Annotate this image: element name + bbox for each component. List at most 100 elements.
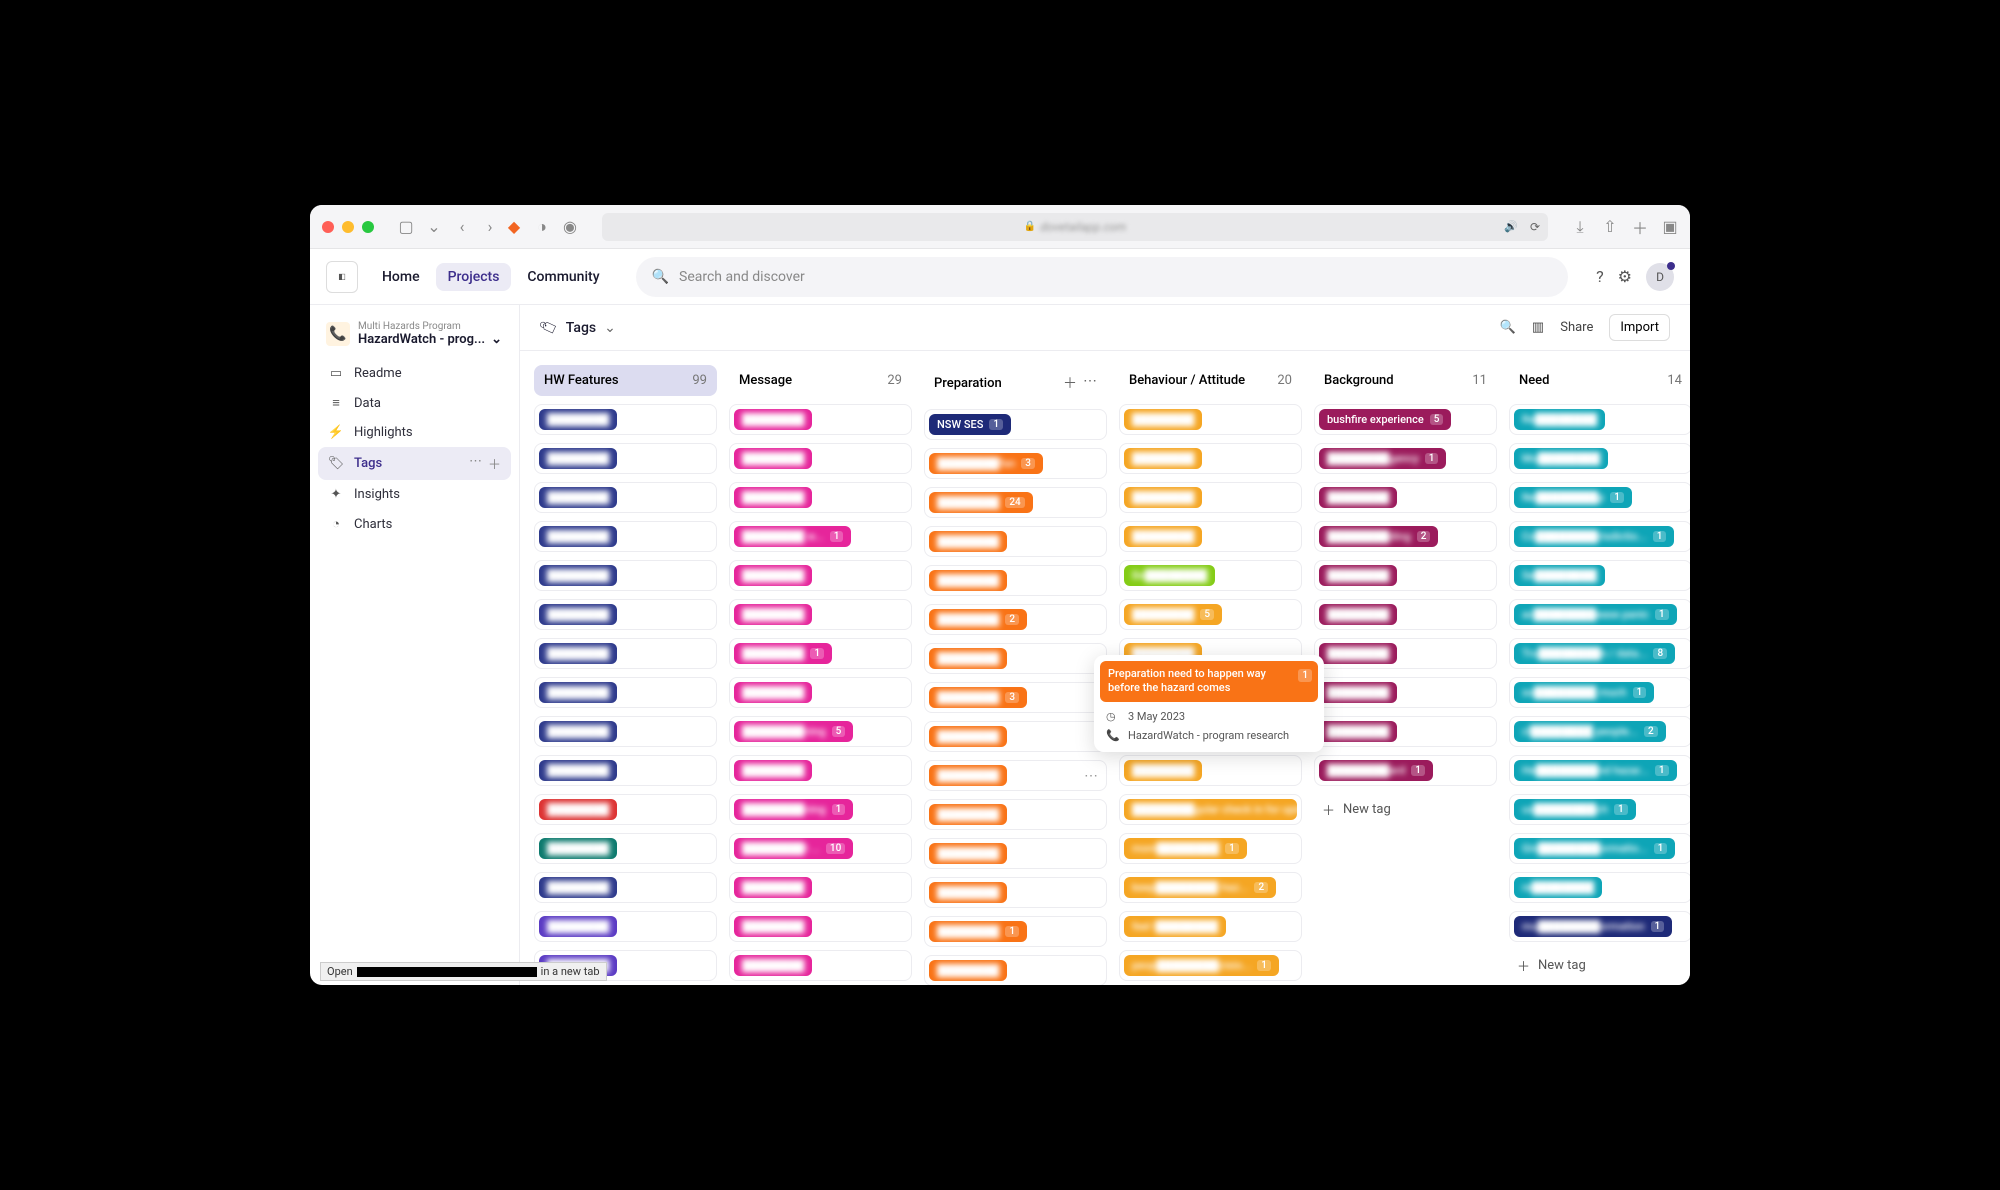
tag-card[interactable]: ████████ bbox=[534, 443, 717, 474]
tag-card[interactable]: Giv████████ormatio...1 bbox=[1509, 833, 1690, 864]
import-button[interactable]: Import bbox=[1609, 314, 1670, 341]
column-menu-icon[interactable]: ⋯ bbox=[1083, 373, 1097, 393]
tag-card[interactable]: Tru████████n / data...8 bbox=[1509, 638, 1690, 669]
tag-card[interactable]: ████████ bbox=[729, 911, 912, 942]
sidebar-item-readme[interactable]: ▭Readme bbox=[318, 359, 511, 388]
privacy-shield-icon[interactable]: ◑ bbox=[534, 219, 550, 235]
tag-card[interactable]: ████████ bbox=[924, 565, 1107, 596]
tag-card[interactable]: ████████ bbox=[534, 404, 717, 435]
tag-card[interactable]: ████████ning5 bbox=[729, 716, 912, 747]
tag-card[interactable]: ████████ bbox=[1119, 482, 1302, 513]
tag-card[interactable]: ████████ bbox=[729, 443, 912, 474]
settings-icon[interactable]: ⚙ bbox=[1618, 267, 1632, 286]
sidebar-toggle-icon[interactable]: ▢ bbox=[398, 219, 414, 235]
tag-card[interactable]: ████████ bbox=[924, 721, 1107, 752]
tag-card[interactable]: ████████ bbox=[729, 599, 912, 630]
tag-card[interactable]: ████████ bbox=[534, 638, 717, 669]
tag-card[interactable]: ████████ning1 bbox=[729, 794, 912, 825]
app-logo[interactable]: ◧ bbox=[326, 261, 358, 293]
tag-card[interactable]: Ne████████p1 bbox=[1509, 482, 1690, 513]
tag-card[interactable]: ████████ w...1 bbox=[729, 521, 912, 552]
user-avatar[interactable]: D bbox=[1646, 263, 1674, 291]
tag-card[interactable]: Co████████risdictio...1 bbox=[1509, 521, 1690, 552]
tag-card[interactable]: Re████████ bbox=[1509, 404, 1690, 435]
nav-community[interactable]: Community bbox=[515, 263, 611, 291]
tag-card[interactable]: so████████ much1 bbox=[1509, 677, 1690, 708]
tag-card[interactable]: ████████24 bbox=[924, 487, 1107, 518]
nav-forward-icon[interactable]: › bbox=[482, 219, 498, 235]
nav-projects[interactable]: Projects bbox=[436, 263, 512, 291]
tag-card[interactable]: ████████ bbox=[729, 560, 912, 591]
add-icon[interactable]: ＋ bbox=[488, 454, 501, 473]
tag-card[interactable]: re████████ bbox=[1509, 872, 1690, 903]
tag-card[interactable]: ████████ bbox=[924, 955, 1107, 985]
tag-card[interactable]: keep████████-haz...2 bbox=[1119, 872, 1302, 903]
audio-playing-icon[interactable]: 🔊 bbox=[1504, 220, 1518, 233]
tag-card[interactable]: ████████ bbox=[1314, 677, 1497, 708]
column-header[interactable]: Background11 bbox=[1314, 365, 1497, 396]
close-window-button[interactable] bbox=[322, 221, 334, 233]
tag-card[interactable]: ████████⋯ bbox=[924, 760, 1107, 791]
tag-card[interactable]: ████████ bbox=[924, 877, 1107, 908]
column-header[interactable]: Preparation＋⋯ bbox=[924, 365, 1107, 401]
tag-board[interactable]: HW Features99 ████████ ████████ ████████ ███… bbox=[520, 351, 1690, 985]
tag-card[interactable]: Mu████████ bbox=[1509, 443, 1690, 474]
tag-card[interactable]: ████████ bbox=[1314, 560, 1497, 591]
sidebar-item-tags[interactable]: 🏷Tags⋯＋ bbox=[318, 447, 511, 480]
tag-card[interactable]: ████████ bbox=[1314, 716, 1497, 747]
more-icon[interactable]: ⋯ bbox=[469, 454, 482, 473]
tag-card[interactable]: ████████ bbox=[1314, 638, 1497, 669]
tag-card[interactable]: moni████████1 bbox=[1119, 833, 1302, 864]
minimize-window-button[interactable] bbox=[342, 221, 354, 233]
tag-card[interactable]: ████████ bbox=[924, 838, 1107, 869]
nav-home[interactable]: Home bbox=[370, 263, 432, 291]
new-tab-icon[interactable]: ＋ bbox=[1632, 219, 1648, 235]
tag-card[interactable]: ████████ bbox=[534, 560, 717, 591]
tag-card[interactable]: ████████ bbox=[1119, 404, 1302, 435]
column-header[interactable]: Behaviour / Attitude20 bbox=[1119, 365, 1302, 396]
tag-card[interactable]: ████████ bbox=[534, 482, 717, 513]
add-tag-icon[interactable]: ＋ bbox=[1063, 373, 1077, 393]
reload-icon[interactable]: ⟳ bbox=[1530, 220, 1540, 234]
nav-back-icon[interactable]: ‹ bbox=[454, 219, 470, 235]
tag-card[interactable]: mu████████ormation1 bbox=[1509, 911, 1690, 942]
board-layout-icon[interactable]: ▥ bbox=[1532, 320, 1544, 335]
chevron-down-icon[interactable]: ⌄ bbox=[426, 219, 442, 235]
tag-card[interactable]: ████████2 bbox=[924, 604, 1107, 635]
tag-card[interactable]: ████████ bbox=[534, 911, 717, 942]
tag-card[interactable]: ████████ bbox=[729, 404, 912, 435]
tag-card[interactable]: ████████1 bbox=[729, 638, 912, 669]
tag-card[interactable]: ████████1 bbox=[924, 916, 1107, 947]
tag-card[interactable]: ████████ard1 bbox=[1314, 755, 1497, 786]
global-search[interactable]: 🔍 Search and discover bbox=[636, 257, 1569, 297]
tag-card[interactable]: ████████ bbox=[729, 482, 912, 513]
column-header[interactable]: HW Features99 bbox=[534, 365, 717, 396]
tag-card[interactable]: ████████ bbox=[534, 716, 717, 747]
maximize-window-button[interactable] bbox=[362, 221, 374, 233]
help-icon[interactable]: ? bbox=[1596, 267, 1604, 286]
tag-card[interactable]: ████████ bbox=[534, 755, 717, 786]
tag-card[interactable]: ████████3 bbox=[924, 682, 1107, 713]
new-tag-button[interactable]: ＋New tag bbox=[1509, 950, 1690, 981]
tag-card[interactable]: Se████████ bbox=[1509, 560, 1690, 591]
tag-card[interactable]: ████████ bbox=[1119, 443, 1302, 474]
column-header[interactable]: Message29 bbox=[729, 365, 912, 396]
tag-card[interactable]: ████████t ...10 bbox=[729, 833, 912, 864]
tracker-icon[interactable]: ◉ bbox=[562, 219, 578, 235]
tag-card[interactable]: ████████ bbox=[534, 677, 717, 708]
tag-card[interactable]: cl████████ people...2 bbox=[1509, 716, 1690, 747]
share-icon[interactable]: ⇧ bbox=[1602, 219, 1618, 235]
column-header[interactable]: Need14 bbox=[1509, 365, 1690, 396]
url-bar[interactable]: 🔒 dovetailapp.com 🔊 ⟳ bbox=[602, 213, 1548, 241]
tag-card[interactable]: ████████5 bbox=[1119, 599, 1302, 630]
tag-card[interactable]: ████████ bbox=[729, 755, 912, 786]
tag-card[interactable]: NSW SES1 bbox=[924, 409, 1107, 440]
tag-card[interactable]: ████████ bbox=[1314, 599, 1497, 630]
tag-card[interactable]: ████████ bbox=[1119, 521, 1302, 552]
board-search-icon[interactable]: 🔍 bbox=[1500, 320, 1516, 335]
tag-card[interactable]: ████████ bbox=[924, 799, 1107, 830]
tag-card[interactable]: peop████████cisio...1 bbox=[1119, 950, 1302, 981]
tag-card[interactable]: ████████ bbox=[1119, 755, 1302, 786]
tag-card[interactable]: ████████fan3 bbox=[924, 448, 1107, 479]
tag-card[interactable]: ac████████ease panic1 bbox=[1509, 599, 1690, 630]
